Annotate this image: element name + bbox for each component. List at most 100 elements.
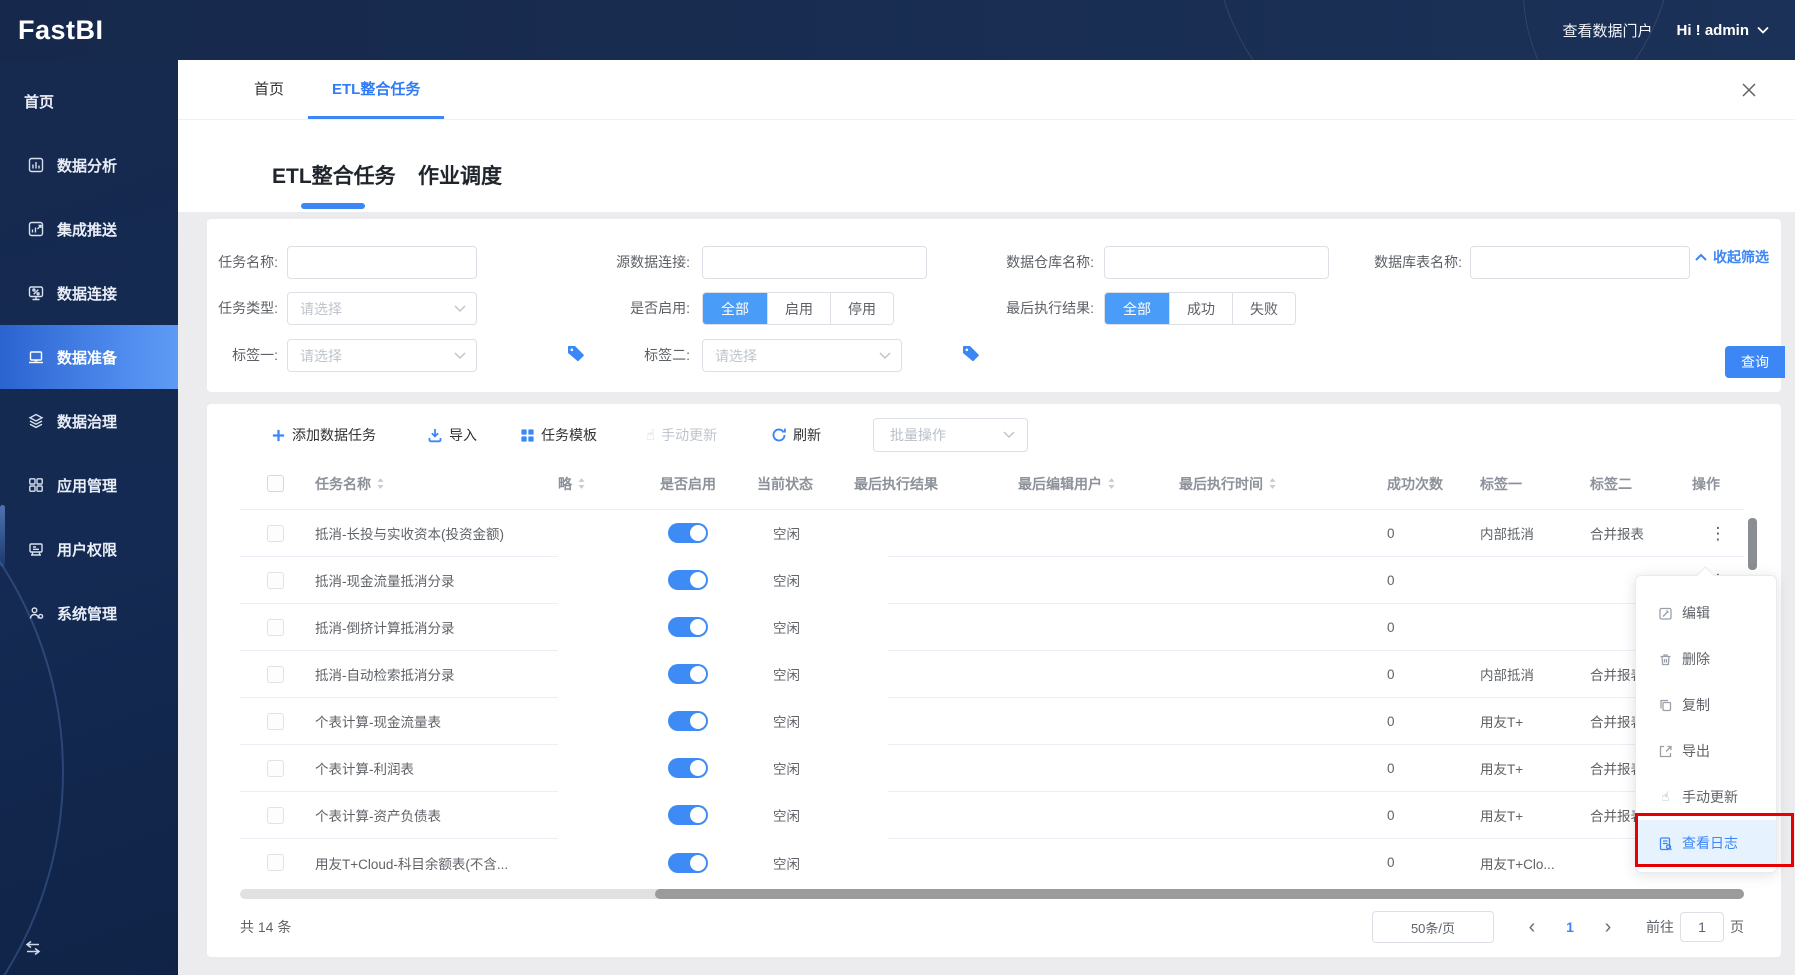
enabled-option-on[interactable]: 启用 bbox=[767, 293, 830, 324]
page-jump-input[interactable] bbox=[1680, 912, 1724, 942]
tab-etl-tasks[interactable]: ETL整合任务 bbox=[308, 60, 445, 119]
tag1-select[interactable]: 请选择 bbox=[287, 339, 477, 372]
result-option-success[interactable]: 成功 bbox=[1169, 293, 1232, 324]
result-option-all[interactable]: 全部 bbox=[1105, 293, 1169, 324]
table-row: 个表计算-资产负债表 空闲 0 用友T+ 合并报表 ⋮ bbox=[240, 792, 1744, 839]
sort-icon[interactable] bbox=[1107, 477, 1116, 490]
db-table-name-input[interactable] bbox=[1470, 246, 1690, 279]
chevron-down-icon bbox=[1003, 431, 1015, 439]
toolbar-label: 任务模板 bbox=[541, 427, 597, 443]
column-label: 成功次数 bbox=[1387, 475, 1443, 492]
row-more-actions-button[interactable]: ⋮ bbox=[1710, 524, 1727, 543]
success-count: 0 bbox=[1387, 525, 1395, 541]
enabled-toggle[interactable] bbox=[668, 523, 708, 543]
column-last-time[interactable]: 最后执行时间 bbox=[1179, 474, 1382, 494]
column-label: 当前状态 bbox=[757, 475, 813, 492]
enabled-toggle[interactable] bbox=[668, 805, 708, 825]
row-checkbox[interactable] bbox=[267, 712, 284, 730]
task-template-button[interactable]: 任务模板 bbox=[520, 418, 597, 452]
chevron-down-icon bbox=[454, 351, 466, 359]
row-checkbox[interactable] bbox=[267, 759, 284, 777]
tab-home[interactable]: 首页 bbox=[230, 60, 308, 119]
task-name-input[interactable] bbox=[287, 246, 477, 279]
result-option-failed[interactable]: 失败 bbox=[1232, 293, 1295, 324]
page-size-select[interactable]: 50条/页 bbox=[1372, 911, 1494, 943]
column-last-editor[interactable]: 最后编辑用户 bbox=[1018, 474, 1179, 494]
tag1-value: 用友T+ bbox=[1480, 762, 1524, 777]
source-connection-label: 源数据连接: bbox=[616, 254, 690, 270]
enabled-toggle[interactable] bbox=[668, 617, 708, 637]
horizontal-scrollbar-thumb[interactable] bbox=[655, 889, 1744, 899]
page-tab-job-scheduling[interactable]: 作业调度 bbox=[418, 160, 502, 190]
column-label: 标签一 bbox=[1480, 475, 1522, 492]
collapse-filters-link[interactable]: 收起筛选 bbox=[1695, 247, 1769, 267]
sidebar-item-user-permission[interactable]: 用户权限 bbox=[0, 517, 178, 581]
page-tab-etl-tasks[interactable]: ETL整合任务 bbox=[272, 160, 396, 190]
menu-item-export[interactable]: 导出 bbox=[1636, 728, 1776, 774]
enabled-toggle[interactable] bbox=[668, 664, 708, 684]
row-checkbox[interactable] bbox=[267, 618, 284, 636]
sidebar-collapse-icon[interactable] bbox=[22, 937, 44, 959]
sidebar-item-home[interactable]: 首页 bbox=[0, 69, 178, 133]
sidebar-item-integration-push[interactable]: 集成推送 bbox=[0, 197, 178, 261]
task-type-select[interactable]: 请选择 bbox=[287, 292, 477, 325]
success-count: 0 bbox=[1387, 807, 1395, 823]
app-root: FastBI 查看数据门户 Hi ! admin 首页 数据分析 集成推送 数据… bbox=[0, 0, 1795, 975]
import-button[interactable]: 导入 bbox=[427, 418, 477, 452]
select-all-checkbox[interactable] bbox=[267, 475, 284, 492]
tag-icon[interactable] bbox=[960, 343, 982, 365]
sort-icon[interactable] bbox=[1268, 477, 1277, 490]
menu-item-edit[interactable]: 编辑 bbox=[1636, 590, 1776, 636]
enabled-option-off[interactable]: 停用 bbox=[830, 293, 893, 324]
menu-item-manual-update[interactable]: ☝ 手动更新 bbox=[1636, 774, 1776, 820]
enabled-option-all[interactable]: 全部 bbox=[703, 293, 767, 324]
vertical-scrollbar-thumb[interactable] bbox=[1748, 518, 1757, 570]
sidebar-item-app-management[interactable]: 应用管理 bbox=[0, 453, 178, 517]
menu-item-copy[interactable]: 复制 bbox=[1636, 682, 1776, 728]
sidebar-item-system-management[interactable]: 系统管理 bbox=[0, 581, 178, 645]
export-icon bbox=[1659, 745, 1672, 757]
source-connection-input[interactable] bbox=[702, 246, 927, 279]
next-page-button[interactable]: › bbox=[1594, 916, 1622, 939]
current-page[interactable]: 1 bbox=[1556, 919, 1584, 935]
enabled-toggle[interactable] bbox=[668, 711, 708, 731]
column-label: 标签二 bbox=[1590, 475, 1632, 492]
sidebar-item-data-governance[interactable]: 数据治理 bbox=[0, 389, 178, 453]
row-checkbox[interactable] bbox=[267, 524, 284, 542]
prev-page-button[interactable]: ‹ bbox=[1518, 916, 1546, 939]
refresh-button[interactable]: 刷新 bbox=[771, 418, 821, 452]
enabled-toggle[interactable] bbox=[668, 758, 708, 778]
grid-icon bbox=[29, 478, 43, 492]
row-checkbox[interactable] bbox=[267, 571, 284, 589]
warehouse-name-input[interactable] bbox=[1104, 246, 1329, 279]
sidebar-item-data-preparation[interactable]: 数据准备 bbox=[0, 325, 178, 389]
bar-chart-icon bbox=[28, 157, 44, 173]
sidebar-item-data-analysis[interactable]: 数据分析 bbox=[0, 133, 178, 197]
tag2-select[interactable]: 请选择 bbox=[702, 339, 902, 372]
select-placeholder: 请选择 bbox=[300, 347, 342, 364]
batch-actions-select[interactable]: 批量操作 bbox=[873, 418, 1028, 452]
enabled-toggle[interactable] bbox=[668, 852, 708, 873]
enabled-toggle[interactable] bbox=[668, 570, 708, 590]
sort-icon[interactable] bbox=[376, 477, 385, 490]
log-icon bbox=[1659, 836, 1672, 850]
sort-icon[interactable] bbox=[577, 477, 586, 490]
menu-item-delete[interactable]: 删除 bbox=[1636, 636, 1776, 682]
tag1-value: 用友T+ bbox=[1480, 809, 1524, 824]
close-icon[interactable] bbox=[1741, 82, 1757, 98]
row-checkbox[interactable] bbox=[267, 854, 284, 871]
menu-item-view-logs[interactable]: 查看日志 bbox=[1636, 820, 1776, 866]
download-icon bbox=[428, 429, 442, 443]
horizontal-scrollbar[interactable] bbox=[240, 889, 1744, 899]
column-strategy-partial[interactable]: 略 bbox=[558, 474, 660, 494]
row-checkbox[interactable] bbox=[267, 806, 284, 824]
sidebar-item-data-connection[interactable]: 数据连接 bbox=[0, 261, 178, 325]
add-data-task-button[interactable]: 添加数据任务 bbox=[271, 418, 376, 452]
column-task-name[interactable]: 任务名称 bbox=[315, 474, 558, 494]
warehouse-name-label: 数据仓库名称: bbox=[1006, 254, 1094, 270]
row-checkbox[interactable] bbox=[267, 665, 284, 683]
toolbar-label: 添加数据任务 bbox=[292, 427, 376, 443]
search-button[interactable]: 查询 bbox=[1725, 346, 1785, 378]
manual-update-button[interactable]: ☝ 手动更新 bbox=[646, 418, 717, 452]
success-count: 0 bbox=[1387, 619, 1395, 635]
